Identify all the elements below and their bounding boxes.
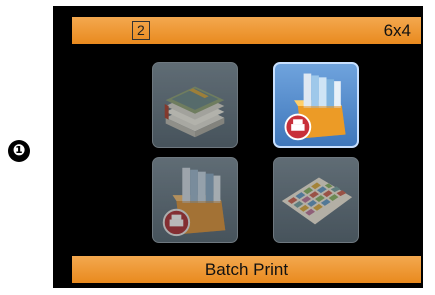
lcd-screen: 2 6x4 Batch Print [72,17,421,283]
menu-item-index-print[interactable] [273,157,359,243]
device-screen-frame: 2 6x4 Batch Print [53,6,423,288]
batch-print-icon [162,167,226,237]
menu-title: Batch Print [204,260,289,279]
menu-item-batch-print-alt[interactable] [152,157,238,243]
menu-title-bar: Batch Print [72,256,421,283]
batch-print-icon [284,73,346,141]
photo-stack-icon [164,86,225,138]
print-count-badge: 2 [132,21,150,40]
menu-item-batch-print[interactable] [273,62,359,148]
menu-item-photo-stack[interactable] [152,62,238,148]
status-bar: 2 6x4 [72,17,421,44]
callout-number: ❶ [8,140,30,162]
index-print-icon [281,177,353,225]
print-size-label: 6x4 [383,21,411,40]
